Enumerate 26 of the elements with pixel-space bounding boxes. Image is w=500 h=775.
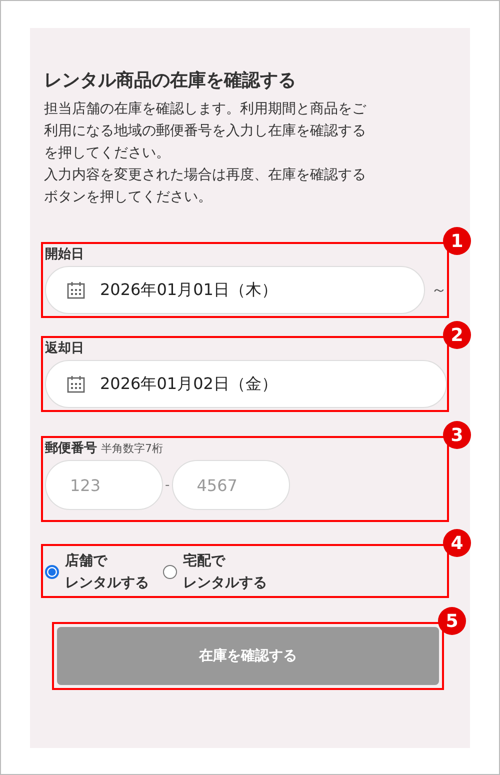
date-field[interactable]: 2026年01月01日（木） — [45, 266, 425, 314]
callout-number: 3 — [443, 421, 471, 449]
calendar-icon — [66, 375, 86, 393]
range-separator: ～ — [431, 280, 447, 300]
field-label: 開始日 — [44, 246, 85, 264]
postal-code-field[interactable]: 4567 — [172, 460, 290, 510]
postal-code-field[interactable]: 123 — [45, 460, 163, 510]
callout-number: 1 — [443, 227, 471, 255]
radio-button[interactable] — [45, 565, 59, 579]
description-text: 担当店舗の在庫を確認します。利用期間と商品をご利用になる地域の郵便番号を入力し在庫を確認するを押してください。 — [44, 100, 368, 163]
callout-number: 2 — [443, 321, 471, 349]
callout-number: 5 — [438, 607, 466, 635]
calendar-icon — [66, 281, 86, 299]
radio-button[interactable] — [163, 565, 177, 579]
callout-number: 4 — [443, 529, 471, 557]
description-text: 入力内容を変更された場合は再度、在庫を確認するボタンを押してください。 — [44, 166, 367, 207]
field-label: 郵便番号 — [45, 440, 97, 458]
field-label: 返却日 — [44, 340, 85, 358]
radio-option[interactable]: 宅配で レンタルする — [163, 550, 267, 594]
date-value: 2026年01月01日（木） — [100, 280, 278, 300]
radio-option[interactable]: 店舗で レンタルする — [45, 550, 149, 594]
separator-text: - — [165, 478, 170, 492]
date-field[interactable]: 2026年01月02日（金） — [45, 360, 447, 408]
field-hint: 半角数字7桁 — [101, 441, 163, 456]
date-value: 2026年01月02日（金） — [100, 374, 278, 394]
heading: レンタル商品の在庫を確認する — [44, 69, 297, 93]
